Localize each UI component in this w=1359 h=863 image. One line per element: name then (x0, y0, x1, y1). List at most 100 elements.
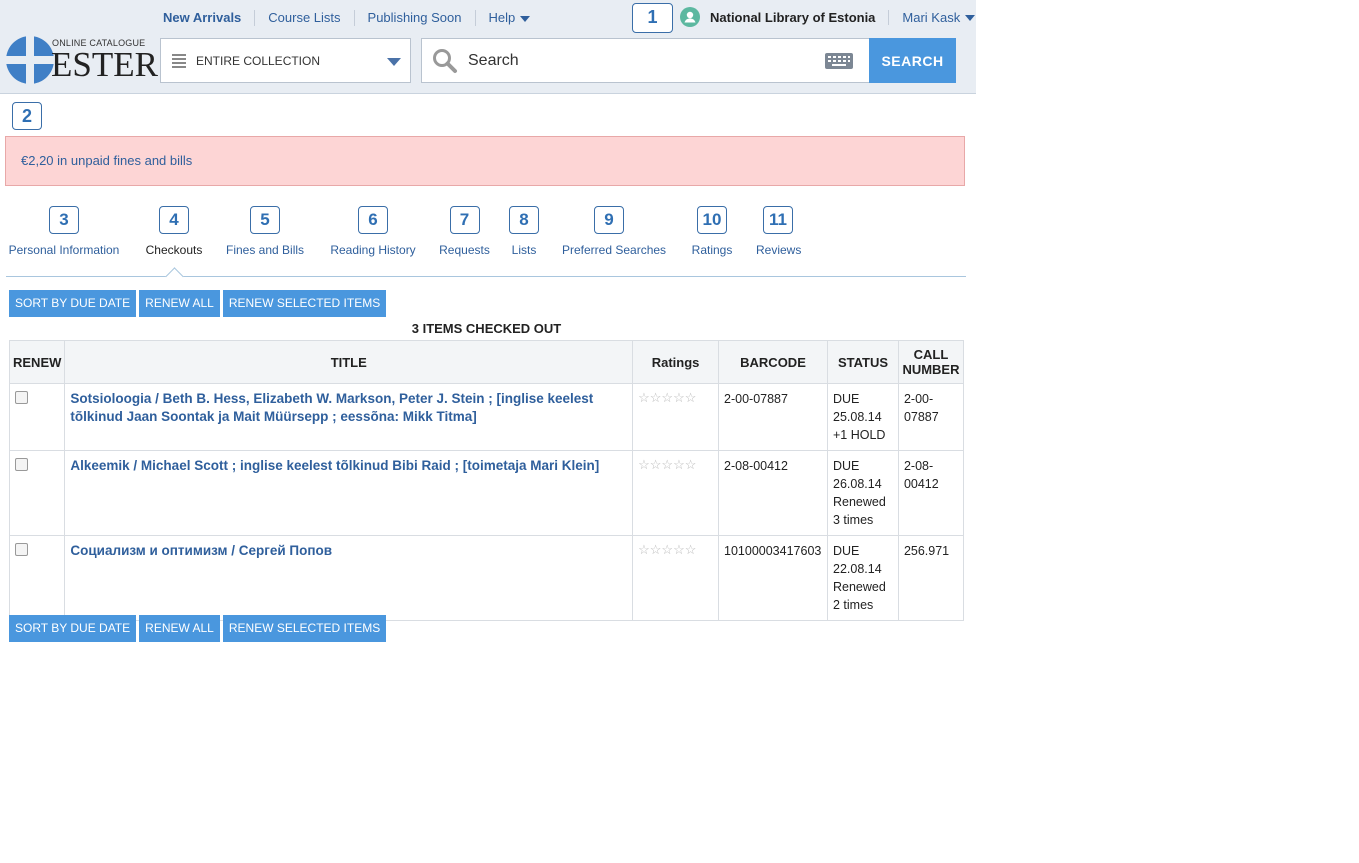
star-icon[interactable]: ☆ (661, 543, 673, 557)
sort-by-due-date-button[interactable]: SORT BY DUE DATE (9, 615, 137, 642)
checkouts-table: RENEW TITLE Ratings BARCODE STATUS CALL … (8, 340, 965, 621)
tab-badge: 11 (763, 206, 793, 234)
nav-help-label: Help (488, 10, 516, 25)
col-ratings: Ratings (632, 340, 720, 384)
star-icon[interactable]: ☆ (685, 543, 697, 557)
star-icon[interactable]: ☆ (673, 391, 685, 405)
star-icon[interactable]: ☆ (685, 458, 697, 472)
renew-all-button[interactable]: RENEW ALL (139, 615, 220, 642)
col-status[interactable]: STATUS (827, 340, 899, 384)
col-call-number[interactable]: CALL NUMBER (897, 340, 965, 384)
chevron-down-icon (387, 58, 401, 66)
ratings-cell: ☆ ☆ ☆ ☆ ☆ (632, 450, 720, 536)
renew-cell (8, 450, 66, 536)
barcode-cell: 2-08-00412 (718, 450, 828, 536)
renew-checkbox[interactable] (15, 543, 28, 556)
tab-lists[interactable]: 8 Lists (509, 206, 539, 257)
table-row: Социализм и оптимизм / Сергей Попов ☆ ☆ ☆ ☆… (8, 535, 965, 621)
account-tabs: 3 Personal Information 4 Checkouts 5 Fin… (6, 206, 966, 286)
call-number-cell: 256.971 (897, 535, 965, 621)
ester-logo[interactable]: ONLINE CATALOGUE ESTER (5, 35, 158, 85)
renew-selected-button[interactable]: RENEW SELECTED ITEMS (222, 615, 387, 642)
nav-publishing-soon[interactable]: Publishing Soon (355, 10, 476, 26)
renew-checkbox[interactable] (15, 458, 28, 471)
star-rating[interactable]: ☆ ☆ ☆ ☆ ☆ (638, 458, 713, 472)
tab-badge: 9 (594, 206, 624, 234)
tab-badge: 3 (49, 206, 79, 234)
tab-ratings[interactable]: 10 Ratings (690, 206, 734, 257)
tab-label: Checkouts (145, 243, 203, 257)
tab-label: Requests (439, 243, 490, 257)
fines-alert[interactable]: €2,20 in unpaid fines and bills (5, 136, 965, 186)
tab-badge: 5 (250, 206, 280, 234)
table-row: Sotsioloogia / Beth B. Hess, Elizabeth W… (8, 383, 965, 451)
tab-label: Preferred Searches (562, 243, 667, 257)
star-icon[interactable]: ☆ (685, 391, 697, 405)
item-title-link[interactable]: Sotsioloogia / Beth B. Hess, Elizabeth W… (70, 391, 593, 424)
barcode-cell: 2-00-07887 (718, 383, 828, 451)
account-name: Mari Kask (902, 9, 961, 25)
tab-label: Lists (511, 243, 537, 257)
table-header-row: RENEW TITLE Ratings BARCODE STATUS CALL … (8, 340, 965, 384)
search-button[interactable]: SEARCH (869, 38, 956, 83)
nav-help[interactable]: Help (476, 10, 544, 26)
star-icon[interactable]: ☆ (650, 458, 662, 472)
star-rating[interactable]: ☆ ☆ ☆ ☆ ☆ (638, 543, 713, 557)
status-cell: DUE 26.08.14 Renewed 3 times (827, 450, 899, 536)
user-icon (680, 7, 700, 27)
tab-badge: 10 (697, 206, 727, 234)
status-cell: DUE 22.08.14 Renewed 2 times (827, 535, 899, 621)
keyboard-icon[interactable] (825, 53, 853, 69)
header: New Arrivals Course Lists Publishing Soo… (0, 0, 976, 94)
star-icon[interactable]: ☆ (650, 391, 662, 405)
sort-by-due-date-button[interactable]: SORT BY DUE DATE (9, 290, 137, 317)
tab-badge: 7 (449, 206, 480, 234)
scope-label: ENTIRE COLLECTION (196, 53, 321, 68)
title-cell: Alkeemik / Michael Scott ; inglise keele… (64, 450, 634, 536)
tab-reviews[interactable]: 11 Reviews (756, 206, 801, 257)
account-menu[interactable]: Mari Kask (889, 9, 976, 25)
col-title[interactable]: TITLE (64, 340, 634, 384)
search-box (421, 38, 870, 83)
col-barcode[interactable]: BARCODE (718, 340, 828, 384)
call-number-cell: 2-08-00412 (897, 450, 965, 536)
tab-label: Ratings (691, 243, 733, 257)
scope-select[interactable]: ENTIRE COLLECTION (160, 38, 411, 83)
star-icon[interactable]: ☆ (638, 458, 650, 472)
star-rating[interactable]: ☆ ☆ ☆ ☆ ☆ (638, 391, 713, 405)
nav-course-lists[interactable]: Course Lists (255, 10, 355, 26)
star-icon[interactable]: ☆ (661, 458, 673, 472)
tab-requests[interactable]: 7 Requests (438, 206, 491, 257)
item-title-link[interactable]: Alkeemik / Michael Scott ; inglise keele… (70, 458, 599, 473)
star-icon[interactable]: ☆ (638, 543, 650, 557)
star-icon[interactable]: ☆ (650, 543, 662, 557)
top-nav: New Arrivals Course Lists Publishing Soo… (150, 9, 543, 27)
tab-badge: 8 (509, 206, 539, 234)
nav-new-arrivals[interactable]: New Arrivals (150, 10, 256, 26)
list-icon (172, 52, 186, 70)
tab-badge: 4 (159, 206, 189, 234)
tab-reading-history[interactable]: 6 Reading History (329, 206, 417, 257)
star-icon[interactable]: ☆ (673, 543, 685, 557)
logo-big-text: ESTER (51, 45, 158, 84)
star-icon[interactable]: ☆ (638, 391, 650, 405)
search-icon (433, 48, 457, 73)
star-icon[interactable]: ☆ (673, 458, 685, 472)
tab-label: Reading History (330, 243, 416, 257)
renew-all-button[interactable]: RENEW ALL (139, 290, 220, 317)
item-title-link[interactable]: Социализм и оптимизм / Сергей Попов (70, 543, 332, 558)
tab-personal-information[interactable]: 3 Personal Information (6, 206, 122, 257)
tab-fines-and-bills[interactable]: 5 Fines and Bills (226, 206, 304, 257)
ratings-cell: ☆ ☆ ☆ ☆ ☆ (632, 383, 720, 451)
col-renew: RENEW (8, 340, 66, 384)
badge-1: 1 (632, 3, 673, 33)
table-row: Alkeemik / Michael Scott ; inglise keele… (8, 450, 965, 536)
checkout-count: 3 ITEMS CHECKED OUT (411, 321, 562, 336)
renew-checkbox[interactable] (15, 391, 28, 404)
search-input[interactable] (466, 50, 800, 71)
renew-selected-button[interactable]: RENEW SELECTED ITEMS (222, 290, 387, 317)
star-icon[interactable]: ☆ (661, 391, 673, 405)
tab-checkouts[interactable]: 4 Checkouts (144, 206, 204, 257)
tab-label: Personal Information (8, 243, 120, 257)
tab-preferred-searches[interactable]: 9 Preferred Searches (562, 206, 667, 257)
